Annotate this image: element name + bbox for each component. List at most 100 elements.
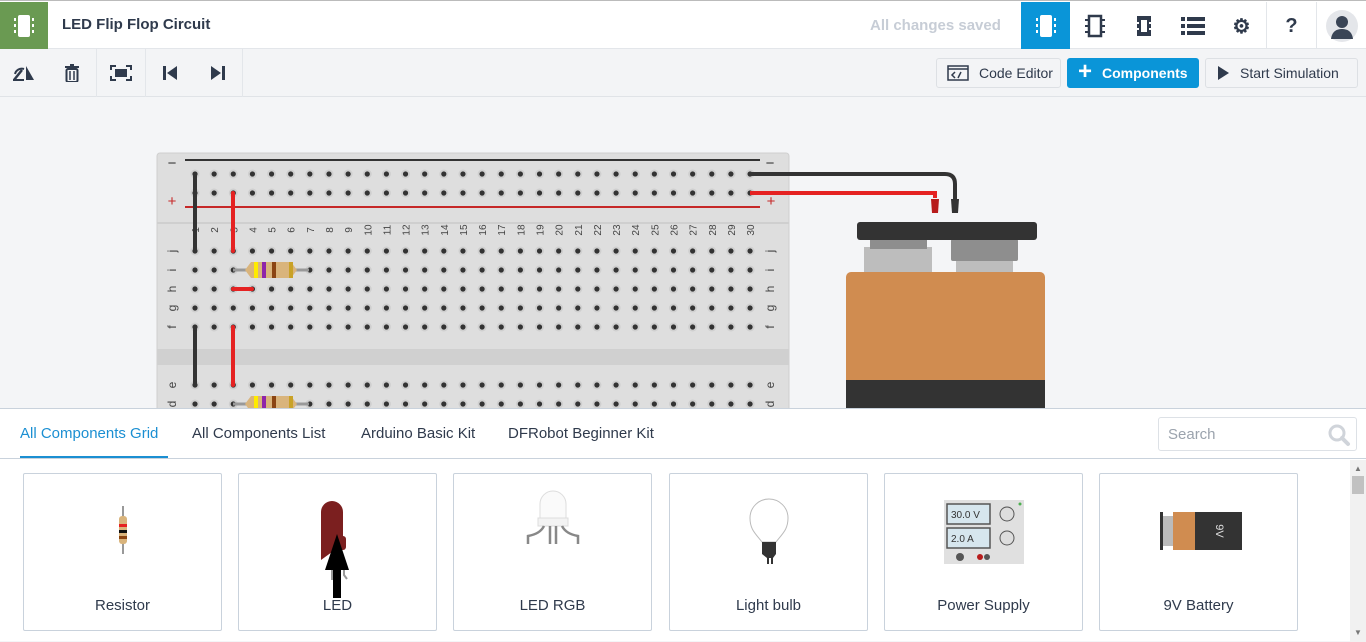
tab-arduino-basic-kit[interactable]: Arduino Basic Kit [361,425,475,442]
breadboard-hole-dot [670,305,677,311]
breadboard-hole-dot [345,248,351,254]
breadboard-hole-dot [211,190,217,196]
breadboard-hole-dot [632,248,638,254]
breadboard-hole-dot [632,305,638,311]
breadboard-hole-dot [288,286,294,292]
breadboard-hole-dot [709,190,715,196]
breadboard-hole-dot [192,401,198,407]
breadboard-hole-dot [728,286,734,292]
breadboard-hole-dot [422,171,428,177]
breadboard-hole-dot [364,248,370,254]
breadboard-hole-dot [441,286,447,292]
breadboard-hole-dot [594,324,600,330]
app-header: LED Flip Flop Circuit All changes saved … [0,0,1366,50]
breadboard-hole-dot [268,382,275,388]
circuit-drawing[interactable]: 1234567891011121314151617181920212223242… [0,97,1366,408]
component-card-9v-battery[interactable]: 9V 9V Battery [1099,473,1298,631]
resistor-icon [119,506,127,554]
tab-all-components-grid[interactable]: All Components Grid [20,425,158,442]
breadboard-hole-dot [441,305,447,311]
schematic-view-button[interactable] [1070,2,1119,50]
fit-view-button[interactable] [97,49,145,97]
rotate-button[interactable] [0,49,48,97]
breadboard-hole-dot [498,171,504,177]
component-card-led[interactable]: LED [238,473,437,631]
search-icon[interactable] [1327,423,1351,447]
resistor-band [254,396,258,408]
column-number: 8 [325,227,336,233]
breadboard-hole-dot [709,267,715,273]
breadboard-hole-dot [651,305,657,311]
column-number: 18 [516,224,527,236]
breadboard-hole-dot [536,382,543,388]
breadboard[interactable]: 1234567891011121314151617181920212223242… [156,152,790,408]
breadboard-hole-dot [670,171,677,177]
breadboard-hole-dot [517,382,523,388]
breadboard-hole-dot [307,286,313,292]
component-card-resistor[interactable]: Resistor [23,473,222,631]
breadboard-hole-dot [422,382,428,388]
breadboard-hole-dot [249,171,256,177]
breadboard-hole-dot [517,305,523,311]
breadboard-hole-dot [422,267,428,273]
breadboard-hole-dot [670,248,677,254]
step-forward-button[interactable] [194,49,242,97]
component-list-button[interactable] [1119,2,1168,50]
breadboard-hole-dot [211,286,217,292]
breadboard-hole-dot [575,190,581,196]
component-card-light-bulb[interactable]: Light bulb [669,473,868,631]
breadboard-hole-dot [651,267,657,273]
breadboard-hole-dot [651,171,657,177]
component-card-power-supply[interactable]: 30.0 V 2.0 A Power Supply [884,473,1083,631]
project-title[interactable]: LED Flip Flop Circuit [62,16,210,33]
component-label: LED RGB [519,597,586,614]
battery-9v[interactable] [846,222,1045,408]
breadboard-hole-dot [422,286,428,292]
breadboard-hole-dot [556,305,562,311]
breadboard-hole-dot [460,286,466,292]
breadboard-hole-dot [402,190,409,196]
step-back-button[interactable] [146,49,194,97]
breadboard-hole-dot [632,267,638,273]
breadboard-hole-dot [230,305,236,311]
breadboard-hole-dot [422,190,428,196]
resistor-band [289,262,293,278]
breadboard-hole-dot [670,286,677,292]
circuit-canvas[interactable]: 1234567891011121314151617181920212223242… [0,97,1366,408]
circuit-view-button[interactable] [1021,2,1070,50]
breadboard-hole-dot [211,171,217,177]
breadboard-hole-dot [613,286,619,292]
settings-button[interactable]: ⚙ [1217,2,1266,50]
breadboard-hole-dot [364,190,370,196]
help-button[interactable]: ? [1267,2,1316,50]
breadboard-hole-dot [594,286,600,292]
breadboard-hole-dot [383,382,389,388]
scrollbar-thumb[interactable] [1352,476,1364,494]
list-button[interactable] [1168,2,1217,50]
breadboard-hole-dot [575,401,581,407]
code-editor-button[interactable]: Code Editor [936,58,1061,88]
component-card-led-rgb[interactable]: LED RGB [453,473,652,631]
tab-dfrobot-beginner-kit[interactable]: DFRobot Beginner Kit [508,425,654,442]
tab-all-components-list[interactable]: All Components List [192,425,325,442]
breadboard-hole-dot [402,286,409,292]
breadboard-hole-dot [498,401,504,407]
breadboard-hole-dot [249,305,256,311]
components-button[interactable]: + Components [1067,58,1199,88]
breadboard-hole-dot [632,382,638,388]
user-menu-button[interactable] [1317,2,1366,50]
start-simulation-button[interactable]: Start Simulation [1205,58,1358,88]
scroll-down-icon[interactable]: ▼ [1354,628,1362,637]
play-icon [1218,66,1229,80]
column-number: 27 [689,224,700,236]
column-number: 7 [306,227,317,233]
breadboard-hole-dot [402,171,409,177]
scrollbar[interactable]: ▲ ▼ [1350,460,1366,642]
breadboard-hole-dot [498,305,504,311]
breadboard-hole-dot [460,267,466,273]
resistor-band [289,396,293,408]
logo[interactable] [0,2,48,50]
breadboard-hole-dot [441,248,447,254]
scroll-up-icon[interactable]: ▲ [1354,464,1362,473]
delete-button[interactable] [48,49,96,97]
